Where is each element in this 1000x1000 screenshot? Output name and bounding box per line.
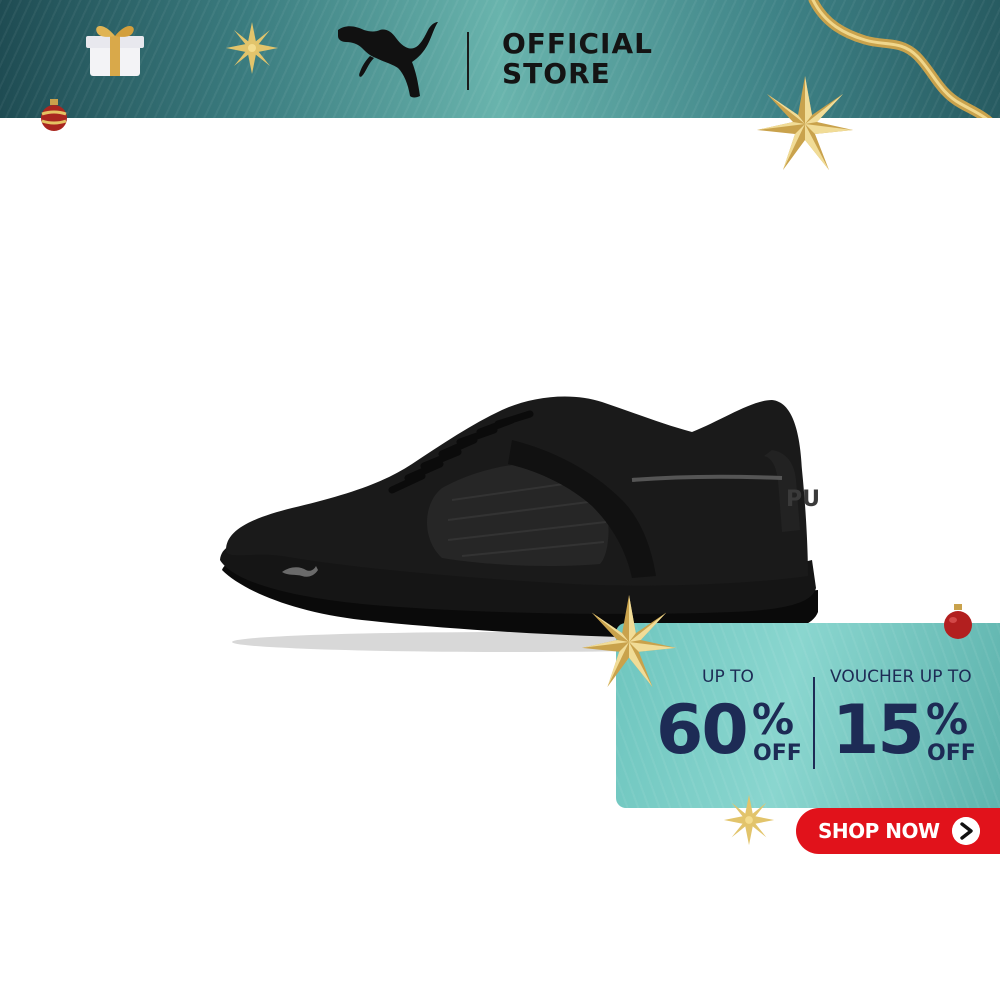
snowflake-icon bbox=[226, 22, 278, 74]
brand-divider bbox=[467, 32, 469, 90]
promo-divider bbox=[813, 677, 815, 769]
discount-label: UP TO bbox=[702, 667, 754, 687]
snowflake-icon bbox=[723, 794, 775, 846]
gift-box-icon bbox=[86, 25, 144, 76]
voucher-label: VOUCHER UP TO bbox=[830, 667, 972, 687]
star-icon bbox=[581, 594, 677, 688]
voucher-off-label: OFF bbox=[927, 741, 976, 766]
store-line-2: STORE bbox=[502, 57, 611, 90]
brand-lockup: OFFICIAL STORE bbox=[336, 18, 656, 102]
svg-text:PU: PU bbox=[786, 487, 820, 512]
official-store-label: OFFICIAL STORE bbox=[502, 29, 653, 89]
star-icon bbox=[757, 76, 853, 170]
voucher-percent-sign: % bbox=[926, 695, 969, 744]
discount-percent-sign: % bbox=[752, 695, 795, 744]
ornament-icon bbox=[41, 99, 67, 131]
discount-off-label: OFF bbox=[753, 741, 802, 766]
chevron-right-icon bbox=[952, 817, 980, 845]
voucher-number: 15 bbox=[832, 691, 925, 770]
ornament-icon bbox=[944, 604, 972, 639]
store-line-1: OFFICIAL bbox=[502, 27, 653, 60]
discount-number: 60 bbox=[656, 691, 749, 770]
puma-cat-icon bbox=[338, 22, 438, 98]
shop-now-label: SHOP NOW bbox=[818, 819, 940, 843]
shop-now-button[interactable]: SHOP NOW bbox=[796, 808, 1000, 854]
sneaker-image: PU bbox=[220, 396, 820, 652]
